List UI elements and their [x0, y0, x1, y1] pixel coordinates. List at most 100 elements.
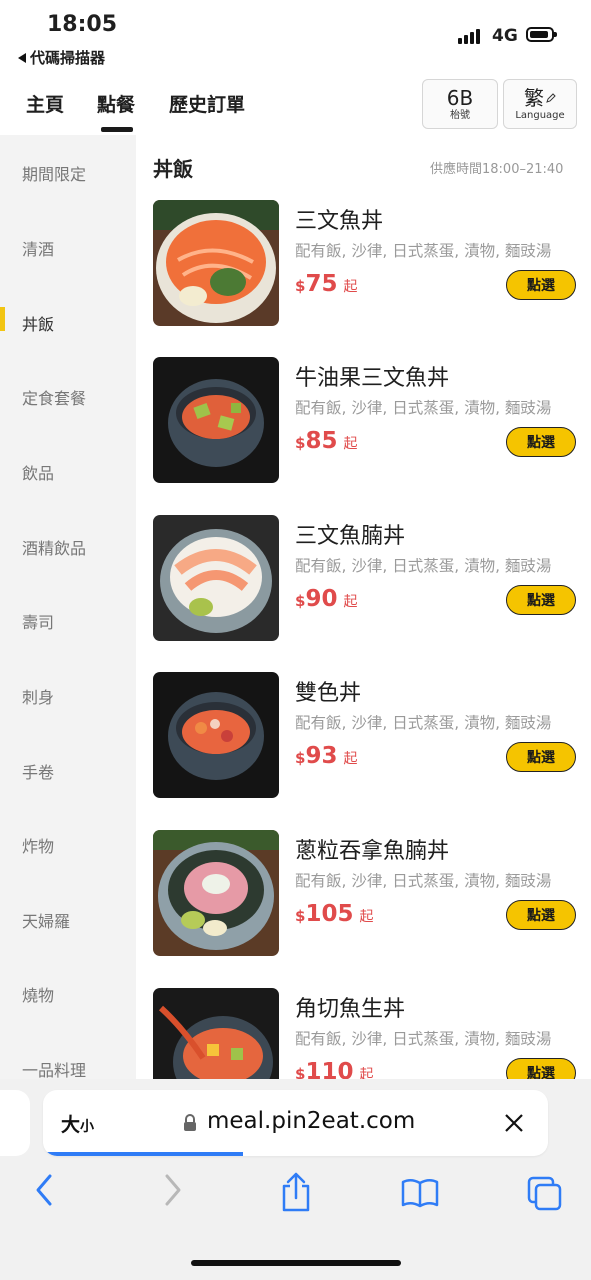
text-size-big: 大 [61, 1114, 81, 1136]
close-icon[interactable] [503, 1112, 525, 1134]
item-description: 配有飯, 沙律, 日式蒸蛋, 漬物, 麵豉湯 [295, 242, 552, 260]
avocado-salmon-don-photo [153, 357, 279, 483]
table-number-button[interactable]: 6B 枱號 [422, 79, 498, 129]
back-triangle-icon [18, 52, 26, 63]
category-limited[interactable]: 期間限定 [22, 161, 86, 185]
menu-item[interactable]: 雙色丼 配有飯, 沙律, 日式蒸蛋, 漬物, 麵豉湯 $ 93 起 點選 [136, 672, 591, 829]
pencil-icon [546, 92, 556, 103]
back-app-label: 代碼掃描器 [30, 49, 106, 67]
price-value: 85 [305, 428, 338, 454]
negitoro-don-photo [153, 830, 279, 956]
item-price: $ 85 起 [295, 428, 357, 454]
category-tempura[interactable]: 天婦羅 [22, 908, 70, 932]
menu-item[interactable]: 三文魚腩丼 配有飯, 沙律, 日式蒸蛋, 漬物, 麵豉湯 $ 90 起 點選 [136, 515, 591, 672]
menu-item[interactable]: 角切魚生丼 配有飯, 沙律, 日式蒸蛋, 漬物, 麵豉湯 $ 110 起 點選 [136, 988, 591, 1079]
price-suffix: 起 [359, 1067, 374, 1079]
menu-item[interactable]: 牛油果三文魚丼 配有飯, 沙律, 日式蒸蛋, 漬物, 麵豉湯 $ 85 起 點選 [136, 357, 591, 514]
category-sushi[interactable]: 壽司 [22, 609, 54, 633]
category-fried[interactable]: 炸物 [22, 833, 54, 857]
item-name: 三文魚丼 [295, 209, 384, 234]
price-currency: $ [295, 434, 306, 452]
item-price: $ 105 起 [295, 901, 373, 927]
category-sake[interactable]: 清酒 [22, 236, 54, 260]
language-glyph: 繁 [524, 85, 544, 110]
price-value: 110 [305, 1059, 354, 1079]
select-button[interactable]: 點選 [506, 742, 576, 772]
home-indicator[interactable] [191, 1260, 401, 1266]
price-currency: $ [295, 277, 306, 295]
item-price: $ 75 起 [295, 271, 357, 297]
forward-icon[interactable] [162, 1172, 184, 1208]
url-text: meal.pin2eat.com [207, 1108, 416, 1134]
select-button[interactable]: 點選 [506, 427, 576, 457]
price-currency: $ [295, 907, 306, 925]
category-donburi[interactable]: 丼飯 [22, 311, 54, 335]
item-description: 配有飯, 沙律, 日式蒸蛋, 漬物, 麵豉湯 [295, 714, 552, 732]
tab-order[interactable]: 點餐 [97, 90, 135, 117]
price-value: 93 [305, 743, 338, 769]
network-label: 4G [492, 26, 518, 46]
language-button[interactable]: 繁 Language [503, 79, 577, 129]
menu-item[interactable]: 蔥粒吞拿魚腩丼 配有飯, 沙律, 日式蒸蛋, 漬物, 麵豉湯 $ 105 起 點… [136, 830, 591, 987]
tab-home[interactable]: 主頁 [26, 90, 64, 117]
price-currency: $ [295, 1065, 306, 1079]
price-suffix: 起 [343, 594, 358, 610]
item-description: 配有飯, 沙律, 日式蒸蛋, 漬物, 麵豉湯 [295, 872, 552, 890]
select-button[interactable]: 點選 [506, 1058, 576, 1079]
share-icon[interactable] [280, 1172, 312, 1212]
item-description: 配有飯, 沙律, 日式蒸蛋, 漬物, 麵豉湯 [295, 557, 552, 575]
salmon-don-photo [153, 200, 279, 326]
page-load-progress [43, 1152, 243, 1156]
item-price: $ 110 起 [295, 1059, 373, 1079]
text-size-small: 小 [80, 1119, 95, 1135]
salmon-belly-don-photo [153, 515, 279, 641]
price-suffix: 起 [359, 909, 374, 925]
price-currency: $ [295, 592, 306, 610]
item-name: 蔥粒吞拿魚腩丼 [295, 839, 450, 864]
lock-icon [184, 1114, 196, 1131]
price-suffix: 起 [343, 436, 358, 452]
category-alcohol[interactable]: 酒精飲品 [22, 535, 86, 559]
item-price: $ 90 起 [295, 586, 357, 612]
language-caption: Language [515, 109, 565, 121]
service-time: 供應時間18:00–21:40 [430, 162, 564, 177]
category-sidebar [0, 135, 136, 1080]
price-suffix: 起 [343, 751, 358, 767]
select-button[interactable]: 點選 [506, 270, 576, 300]
category-set-meal[interactable]: 定食套餐 [22, 385, 86, 409]
item-name: 角切魚生丼 [295, 997, 406, 1022]
price-suffix: 起 [343, 279, 358, 295]
table-number: 6B [446, 85, 474, 110]
text-size-button[interactable]: 大小 [61, 1110, 94, 1137]
select-button[interactable]: 點選 [506, 585, 576, 615]
price-value: 90 [305, 586, 338, 612]
address-bar[interactable]: 大小 meal.pin2eat.com [43, 1090, 548, 1156]
signal-icon [458, 28, 480, 44]
price-currency: $ [295, 749, 306, 767]
active-tab-indicator [101, 127, 133, 132]
chirashi-don-photo [153, 988, 279, 1079]
battery-icon [526, 27, 557, 42]
category-grilled[interactable]: 燒物 [22, 982, 54, 1006]
bookmarks-icon[interactable] [401, 1178, 439, 1208]
back-icon[interactable] [33, 1172, 55, 1208]
back-to-app-link[interactable]: 代碼掃描器 [18, 47, 105, 68]
price-value: 75 [305, 271, 338, 297]
active-category-indicator [0, 307, 5, 331]
item-price: $ 93 起 [295, 743, 357, 769]
select-button[interactable]: 點選 [506, 900, 576, 930]
category-handroll[interactable]: 手卷 [22, 759, 54, 783]
category-sashimi[interactable]: 刺身 [22, 684, 54, 708]
item-description: 配有飯, 沙律, 日式蒸蛋, 漬物, 麵豉湯 [295, 399, 552, 417]
category-drinks[interactable]: 飲品 [22, 460, 54, 484]
table-caption: 枱號 [450, 109, 470, 121]
section-title: 丼飯 [153, 157, 193, 181]
tab-order-history[interactable]: 歷史訂單 [169, 90, 245, 117]
menu-item[interactable]: 三文魚丼 配有飯, 沙律, 日式蒸蛋, 漬物, 麵豉湯 $ 75 起 點選 [136, 200, 591, 357]
item-name: 雙色丼 [295, 681, 362, 706]
previous-tab-peek[interactable] [0, 1090, 30, 1156]
tabs-icon[interactable] [527, 1176, 563, 1212]
two-color-don-photo [153, 672, 279, 798]
item-name: 牛油果三文魚丼 [295, 366, 450, 391]
category-appetizer[interactable]: 一品料理 [22, 1057, 86, 1081]
